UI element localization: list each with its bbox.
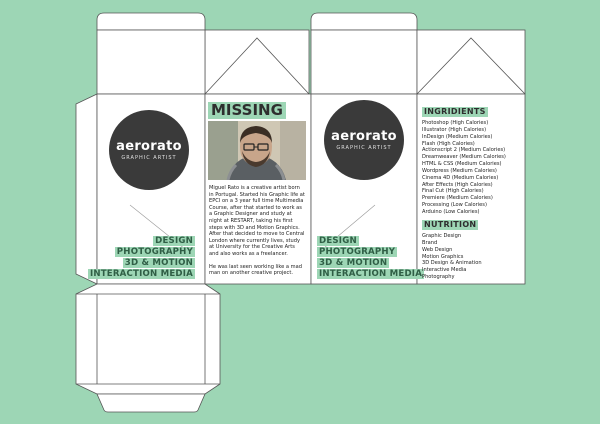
list-item: Processing (Low Calories) xyxy=(422,202,487,209)
ingredients-title: INGRIDIENTS xyxy=(422,107,488,117)
nutrition-section: NUTRITION Graphic Design Brand Web Desig… xyxy=(422,212,522,281)
list-item: Flash (High Calories) xyxy=(422,140,475,147)
bio-text: Miguel Rato is a creative artist born in… xyxy=(209,185,305,283)
list-item: Illustrator (High Calories) xyxy=(422,126,487,133)
tag-3d-motion-2: 3D & MOTION xyxy=(317,258,390,268)
top-panel-1 xyxy=(96,29,206,95)
bio-paragraph-1: Miguel Rato is a creative artist born in… xyxy=(209,185,305,257)
nutrition-title: NUTRITION xyxy=(422,220,479,230)
tag-3d-motion: 3D & MOTION xyxy=(122,258,195,268)
list-item: Web Design xyxy=(422,246,453,253)
top-panel-3 xyxy=(310,29,418,95)
tags-right-panel: DESIGN PHOTOGRAPHY 3D & MOTION INTERACTI… xyxy=(317,236,425,280)
logo-wordmark: aerorato xyxy=(116,138,182,154)
top-flap-right xyxy=(310,12,418,31)
list-item: Brand xyxy=(422,239,438,246)
bio-paragraph-2: He was last seen working like a mad man … xyxy=(209,263,302,277)
list-item: Photography xyxy=(422,274,455,281)
logo-wordmark-2: aerorato xyxy=(331,128,397,144)
tag-design: DESIGN xyxy=(153,236,195,246)
list-item: Photoshop (High Calories) xyxy=(422,120,489,126)
logo-right: aerorato GRAPHIC ARTIST xyxy=(324,100,404,180)
nutrition-list: Graphic Design Brand Web Design Motion G… xyxy=(422,233,522,281)
ingredients-list: Photoshop (High Calories) Illustrator (H… xyxy=(422,120,522,216)
top-panel-2 xyxy=(204,29,310,95)
logo-left: aerorato GRAPHIC ARTIST xyxy=(109,110,189,190)
missing-title: MISSING xyxy=(208,102,286,119)
list-item: After Effects (High Calories) xyxy=(422,181,493,188)
list-item: Graphic Design xyxy=(422,233,462,239)
list-item: Interactive Media xyxy=(422,267,467,274)
top-flap-left xyxy=(96,12,206,31)
tag-interaction-media: INTERACTION MEDIA xyxy=(87,269,195,279)
tags-left-panel: DESIGN PHOTOGRAPHY 3D & MOTION INTERACTI… xyxy=(87,236,195,280)
ingredients-section: INGRIDIENTS Photoshop (High Calories) Il… xyxy=(422,99,522,216)
list-item: HTML & CSS (Medium Calories) xyxy=(422,161,502,168)
tag-design-2: DESIGN xyxy=(317,236,359,246)
list-item: Motion Graphics xyxy=(422,253,464,260)
list-item: Final Cut (High Calories) xyxy=(422,188,484,195)
bottom-flap-left xyxy=(75,283,221,395)
portrait-photo xyxy=(208,121,306,180)
tag-photography-2: PHOTOGRAPHY xyxy=(317,247,398,257)
missing-heading: MISSING xyxy=(208,100,286,119)
tag-photography: PHOTOGRAPHY xyxy=(114,247,195,257)
list-item: InDesign (Medium Calories) xyxy=(422,133,493,140)
list-item: Actionscript 2 (Medium Calories) xyxy=(422,147,506,154)
list-item: Premiere (Medium Calories) xyxy=(422,195,493,202)
list-item: Cinema 4D (Medium Calories) xyxy=(422,174,499,181)
portrait-photo-image xyxy=(208,121,306,180)
bottom-tab xyxy=(96,393,206,413)
logo-subtitle: GRAPHIC ARTIST xyxy=(121,154,177,161)
list-item: Wordpress (Medium Calories) xyxy=(422,167,497,174)
list-item: 3D Design & Animation xyxy=(422,260,482,267)
list-item: Dreamweaver (Medium Calories) xyxy=(422,154,506,161)
tag-interaction-media-2: INTERACTION MEDIA xyxy=(317,269,425,279)
top-panel-4 xyxy=(416,29,526,95)
logo-subtitle-2: GRAPHIC ARTIST xyxy=(336,144,392,151)
